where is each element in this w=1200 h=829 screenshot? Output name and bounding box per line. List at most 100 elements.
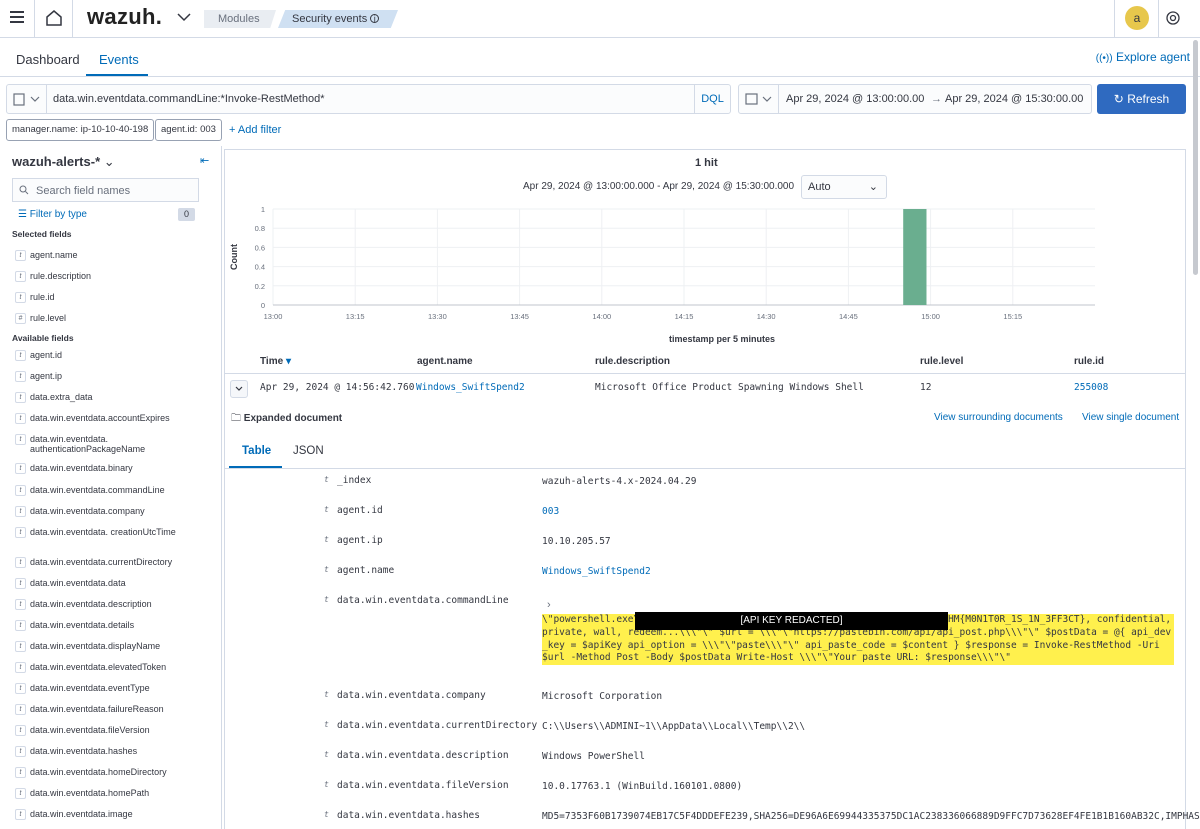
field-value: MD5=7353F60B1739074EB17C5F4DDDEFE239,SHA…	[542, 811, 1200, 822]
field-name: data.win.eventdata.description	[30, 599, 152, 609]
field-item[interactable]: t data.win.eventdata.details	[15, 620, 215, 631]
chevron-right-icon[interactable]: ›	[547, 599, 551, 611]
column-header-rule-id[interactable]: rule.id	[1074, 356, 1104, 367]
string-type-icon: t	[15, 413, 26, 424]
divider	[1158, 0, 1159, 38]
collapse-row-button[interactable]	[230, 380, 248, 398]
field-item[interactable]: t agent.id	[15, 350, 215, 361]
view-single-document-link[interactable]: View single document	[1082, 412, 1179, 423]
info-icon[interactable]: i	[370, 14, 380, 24]
field-item[interactable]: t data.win.eventdata.binary	[15, 463, 215, 474]
string-type-icon: t	[324, 475, 329, 484]
field-item[interactable]: t data.win.eventdata.failureReason	[15, 704, 215, 715]
string-type-icon: t	[324, 720, 329, 729]
field-item[interactable]: t rule.id	[15, 292, 215, 303]
avatar[interactable]: a	[1125, 6, 1149, 30]
field-item[interactable]: t data.win.eventdata.currentDirectory	[15, 557, 215, 568]
field-item[interactable]: t data.win.eventdata.homeDirectory	[15, 767, 215, 778]
chevron-down-icon[interactable]	[176, 9, 192, 25]
field-item[interactable]: t data.win.eventdata. authenticationPacka…	[15, 434, 215, 454]
field-name: data.win.eventdata.company	[30, 506, 145, 516]
filter-by-type-button[interactable]: ☰ Filter by type	[18, 209, 87, 220]
wazuh-logo[interactable]: wazuh.	[87, 4, 162, 30]
string-type-icon: t	[15, 271, 26, 282]
column-header-rule-description[interactable]: rule.description	[595, 356, 670, 367]
refresh-button[interactable]: ↻ Refresh	[1097, 84, 1186, 114]
column-header-rule-level[interactable]: rule.level	[920, 356, 963, 367]
string-type-icon: t	[15, 250, 26, 261]
menu-icon[interactable]	[10, 11, 24, 25]
index-pattern-selector[interactable]: wazuh-alerts-* ⌄	[12, 154, 115, 170]
home-icon[interactable]	[45, 9, 63, 27]
breadcrumb-modules[interactable]: Modules	[204, 10, 276, 28]
explore-agent-button[interactable]: ((•)) Explore agent	[1096, 50, 1190, 64]
saved-query-button[interactable]	[7, 85, 47, 113]
field-item[interactable]: t data.win.eventdata.homePath	[15, 788, 215, 799]
string-type-icon: t	[15, 746, 26, 757]
filter-pill-agent[interactable]: agent.id: 003	[155, 119, 222, 141]
scrollbar[interactable]	[1193, 40, 1198, 275]
field-name: data.win.eventdata.image	[30, 809, 133, 819]
field-item[interactable]: t data.win.eventdata.fileVersion	[15, 725, 215, 736]
help-globe-icon[interactable]	[1166, 11, 1180, 25]
string-type-icon: t	[15, 620, 26, 631]
string-type-icon: t	[15, 599, 26, 610]
x-tick-label: 15:00	[921, 312, 940, 321]
tab-json[interactable]: JSON	[293, 445, 324, 457]
field-item[interactable]: t data.win.eventdata.data	[15, 578, 215, 589]
row-agent-name[interactable]: Windows_SwiftSpend2	[416, 382, 525, 393]
field-item[interactable]: t data.win.eventdata.company	[15, 506, 215, 517]
row-rule-id[interactable]: 255008	[1074, 382, 1108, 393]
string-type-icon: t	[324, 565, 329, 574]
end-date[interactable]: Apr 29, 2024 @ 15:30:00.00	[945, 93, 1083, 105]
view-surrounding-documents-link[interactable]: View surrounding documents	[934, 412, 1063, 423]
x-tick-label: 13:15	[346, 312, 365, 321]
y-tick-label: 0.8	[255, 224, 265, 233]
index-pattern-label: wazuh-alerts-*	[12, 154, 101, 169]
field-item[interactable]: t data.win.eventdata.commandLine	[15, 485, 215, 496]
field-item[interactable]: t data.win.eventdata. creationUtcTime	[15, 527, 215, 538]
collapse-sidebar-icon[interactable]: ⇤	[200, 154, 209, 167]
field-item[interactable]: t data.win.eventdata.image	[15, 809, 215, 820]
field-value: Microsoft Corporation	[542, 691, 663, 702]
field-value[interactable]: 003	[542, 506, 559, 517]
filter-pill-manager[interactable]: manager.name: ip-10-10-40-198	[6, 119, 155, 141]
field-item[interactable]: t data.win.eventdata.accountExpires	[15, 413, 215, 424]
tab-events[interactable]: Events	[99, 52, 139, 67]
field-item[interactable]: t data.win.eventdata.description	[15, 599, 215, 610]
interval-select[interactable]: Auto ⌄	[801, 175, 887, 199]
field-item[interactable]: t data.win.eventdata.elevatedToken	[15, 662, 215, 673]
field-name: data.extra_data	[30, 392, 93, 402]
date-picker: Apr 29, 2024 @ 13:00:00.00 → Apr 29, 202…	[738, 84, 1092, 114]
field-value[interactable]: Windows_SwiftSpend2	[542, 566, 651, 577]
save-query-icon	[13, 93, 40, 106]
field-item[interactable]: t agent.name	[15, 250, 215, 261]
divider	[225, 468, 1185, 469]
tab-dashboard[interactable]: Dashboard	[16, 52, 80, 67]
column-header-agent-name[interactable]: agent.name	[417, 356, 473, 367]
field-item[interactable]: t data.win.eventdata.displayName	[15, 641, 215, 652]
tab-table[interactable]: Table	[242, 445, 271, 457]
column-header-time[interactable]: Time ▾	[260, 356, 291, 367]
divider	[34, 0, 35, 38]
field-item[interactable]: t agent.ip	[15, 371, 215, 382]
field-item[interactable]: t rule.description	[15, 271, 215, 282]
divider	[72, 0, 73, 38]
agent-icon: ((•))	[1095, 53, 1113, 64]
field-search-input[interactable]: Search field names	[12, 178, 199, 202]
add-filter-button[interactable]: + Add filter	[229, 124, 281, 136]
x-tick-label: 13:30	[428, 312, 447, 321]
dql-toggle[interactable]: DQL	[694, 85, 730, 113]
field-item[interactable]: t data.extra_data	[15, 392, 215, 403]
string-type-icon: t	[324, 780, 329, 789]
calendar-icon	[745, 93, 772, 105]
quick-select-button[interactable]	[739, 85, 779, 113]
field-key: data.win.eventdata.hashes	[337, 810, 480, 821]
field-item[interactable]: t data.win.eventdata.hashes	[15, 746, 215, 757]
field-item[interactable]: # rule.level	[15, 313, 215, 324]
start-date[interactable]: Apr 29, 2024 @ 13:00:00.00	[786, 93, 924, 105]
field-name: data.win.eventdata.elevatedToken	[30, 662, 167, 672]
field-item[interactable]: t data.win.eventdata.eventType	[15, 683, 215, 694]
search-input[interactable]: data.win.eventdata.commandLine:*Invoke-R…	[53, 93, 325, 105]
field-name: data.win.eventdata.displayName	[30, 641, 161, 651]
